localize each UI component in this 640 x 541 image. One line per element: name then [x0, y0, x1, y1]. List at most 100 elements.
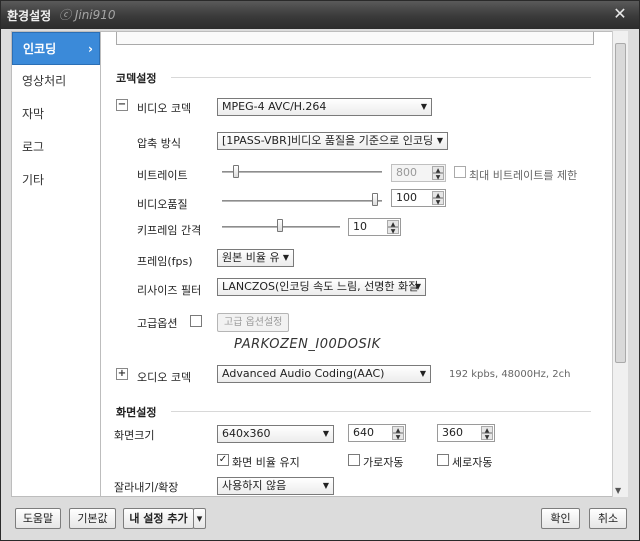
scroll-down-icon[interactable]: ▼: [615, 486, 621, 495]
fps-value: 원본 비율 유: [222, 251, 280, 264]
video-codec-value: MPEG-4 AVC/H.264: [222, 100, 327, 113]
advanced-options-label: 고급옵션: [137, 317, 178, 330]
dropdown-arrow-icon: ▼: [414, 282, 421, 291]
resize-filter-label: 리사이즈 필터: [137, 284, 202, 297]
audio-info-text: 192 kpbs, 48000Hz, 2ch: [449, 369, 571, 380]
sidebar-item-label: 로그: [22, 140, 45, 154]
section-divider: [171, 77, 591, 78]
compress-mode-select[interactable]: [1PASS-VBR]비디오 품질을 기준으로 인코딩 ▼: [217, 132, 448, 150]
width-value: 640: [353, 426, 374, 439]
spin-up-icon[interactable]: ▲: [432, 191, 444, 199]
fps-select[interactable]: 원본 비율 유 ▼: [217, 249, 294, 267]
help-button[interactable]: 도움말: [15, 508, 61, 529]
vertical-scrollbar[interactable]: ▼: [612, 31, 628, 497]
sidebar-item-etc[interactable]: 기타: [12, 164, 100, 197]
keep-ratio-label: 화면 비율 유지: [232, 456, 300, 469]
dropdown-arrow-icon: ▼: [322, 429, 329, 438]
height-spinbox[interactable]: 360 ▲ ▼: [437, 424, 495, 442]
ok-button[interactable]: 확인: [541, 508, 580, 529]
bitrate-label: 비트레이트: [137, 169, 188, 182]
spin-down-icon[interactable]: ▼: [432, 198, 444, 206]
crop-label: 잘라내기/확장: [114, 481, 179, 494]
sidebar-item-label: 영상처리: [22, 74, 67, 88]
audio-codec-select[interactable]: Advanced Audio Coding(AAC) ▼: [217, 365, 431, 383]
audio-codec-label: 오디오 코덱: [137, 371, 192, 384]
video-codec-label: 비디오 코덱: [137, 102, 192, 115]
dropdown-arrow-icon: ▼: [322, 481, 329, 490]
sidebar-item-encoding[interactable]: 인코딩 ›: [12, 32, 100, 65]
settings-window: 환경설정 ⓒ Jini910 ✕ 인코딩 › 영상처리 자막 로그 기타 코덱설…: [0, 0, 640, 541]
bitrate-slider-track: [222, 171, 382, 173]
quality-slider-handle[interactable]: [372, 193, 378, 206]
codec-section-title: 코덱설정: [116, 72, 157, 85]
settings-panel: 코덱설정 − 비디오 코덱 MPEG-4 AVC/H.264 ▼ 압축 방식 […: [100, 31, 627, 497]
screen-size-value: 640x360: [222, 427, 271, 440]
height-value: 360: [442, 426, 463, 439]
spin-down-icon[interactable]: ▼: [432, 173, 444, 181]
chevron-down-icon: ▾: [196, 512, 203, 525]
crop-value: 사용하지 않음: [222, 479, 287, 492]
bitrate-spinbox[interactable]: 800 ▲ ▼: [391, 164, 446, 182]
spin-down-icon[interactable]: ▼: [481, 433, 493, 441]
spin-up-icon[interactable]: ▲: [481, 426, 493, 434]
sidebar-item-video-processing[interactable]: 영상처리: [12, 65, 100, 98]
sidebar-item-label: 기타: [22, 173, 45, 187]
compress-mode-label: 압축 방식: [137, 137, 181, 150]
dropdown-arrow-icon: ▼: [420, 102, 427, 111]
auto-width-label: 가로자동: [363, 456, 404, 469]
add-preset-button[interactable]: 내 설정 추가: [123, 508, 194, 529]
screen-size-select[interactable]: 640x360 ▼: [217, 425, 334, 443]
title-bar[interactable]: 환경설정 ⓒ Jini910 ✕: [1, 1, 639, 29]
cancel-button[interactable]: 취소: [589, 508, 627, 529]
resize-filter-select[interactable]: LANCZOS(인코딩 속도 느림, 선명한 화질 ▼: [217, 278, 426, 296]
dropdown-arrow-icon: ▼: [419, 369, 426, 378]
keyframe-label: 키프레임 간격: [137, 224, 202, 237]
keep-ratio-checkbox[interactable]: ✓: [217, 454, 229, 466]
bitrate-value: 800: [396, 166, 417, 179]
add-preset-dropdown[interactable]: ▾: [193, 508, 206, 529]
expand-icon[interactable]: +: [116, 368, 128, 380]
audio-codec-value: Advanced Audio Coding(AAC): [222, 367, 385, 380]
spin-up-icon[interactable]: ▲: [392, 426, 404, 434]
fps-label: 프레임(fps): [137, 255, 193, 268]
bitrate-limit-label: 최대 비트레이트를 제한: [469, 169, 578, 182]
video-quality-label: 비디오품질: [137, 198, 188, 211]
scrollbar-thumb[interactable]: [615, 43, 626, 363]
overlay-text: PARKOZEN_I00DOSIK: [234, 337, 381, 352]
advanced-options-checkbox[interactable]: [190, 315, 202, 327]
auto-width-checkbox[interactable]: [348, 454, 360, 466]
auto-height-label: 세로자동: [452, 456, 493, 469]
spin-up-icon[interactable]: ▲: [432, 166, 444, 174]
sidebar-item-log[interactable]: 로그: [12, 131, 100, 164]
sidebar-item-label: 자막: [22, 107, 45, 121]
quality-spinbox[interactable]: 100 ▲ ▼: [391, 189, 446, 207]
default-button[interactable]: 기본값: [69, 508, 116, 529]
sidebar-item-subtitle[interactable]: 자막: [12, 98, 100, 131]
top-group-box: [116, 32, 594, 45]
spin-up-icon[interactable]: ▲: [387, 220, 399, 228]
bitrate-slider-handle[interactable]: [233, 165, 239, 178]
auto-height-checkbox[interactable]: [437, 454, 449, 466]
sidebar-item-label: 인코딩: [23, 42, 57, 56]
resize-filter-value: LANCZOS(인코딩 속도 느림, 선명한 화질: [222, 280, 419, 293]
keyframe-spinbox[interactable]: 10 ▲ ▼: [348, 218, 401, 236]
spin-down-icon[interactable]: ▼: [392, 433, 404, 441]
bitrate-limit-checkbox[interactable]: [454, 166, 466, 178]
dropdown-arrow-icon: ▼: [282, 253, 289, 262]
section-divider: [171, 411, 591, 412]
advanced-settings-button[interactable]: 고급 옵션설정: [217, 313, 290, 332]
window-title: 환경설정: [7, 9, 52, 23]
screen-size-label: 화면크기: [114, 429, 155, 442]
keyframe-slider-handle[interactable]: [277, 219, 283, 232]
compress-mode-value: [1PASS-VBR]비디오 품질을 기준으로 인코딩: [222, 134, 434, 147]
video-codec-select[interactable]: MPEG-4 AVC/H.264 ▼: [217, 98, 432, 116]
screen-section-title: 화면설정: [116, 406, 157, 419]
collapse-icon[interactable]: −: [116, 99, 128, 111]
close-icon[interactable]: ✕: [609, 4, 631, 24]
crop-select[interactable]: 사용하지 않음 ▼: [217, 477, 334, 495]
quality-value: 100: [396, 191, 417, 204]
spin-down-icon[interactable]: ▼: [387, 227, 399, 235]
width-spinbox[interactable]: 640 ▲ ▼: [348, 424, 406, 442]
dropdown-arrow-icon: ▼: [436, 136, 443, 145]
chevron-right-icon: ›: [88, 42, 93, 56]
